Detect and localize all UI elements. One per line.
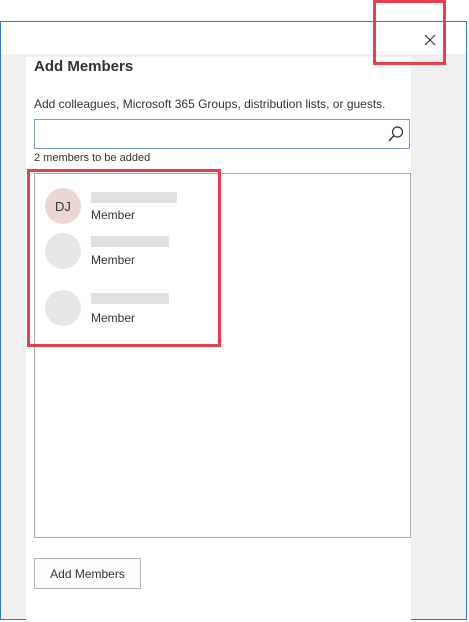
member-name-placeholder xyxy=(91,192,177,203)
dialog-panel: Add Members Add colleagues, Microsoft 36… xyxy=(26,57,411,620)
close-button[interactable] xyxy=(418,28,442,52)
dialog-subtitle: Add colleagues, Microsoft 365 Groups, di… xyxy=(34,97,386,111)
search-icon[interactable] xyxy=(387,125,405,143)
avatar-initials: DJ xyxy=(55,198,71,214)
members-count: 2 members to be added xyxy=(34,152,151,164)
member-role: Member xyxy=(91,208,136,222)
member-name-placeholder xyxy=(91,293,169,304)
search-field[interactable] xyxy=(34,119,410,149)
avatar xyxy=(45,233,81,269)
close-icon xyxy=(424,34,436,46)
member-role: Member xyxy=(91,253,136,267)
members-list: DJ Member Member Member xyxy=(34,173,411,538)
member-name-placeholder xyxy=(91,236,169,247)
dialog-window: Add Members Add colleagues, Microsoft 36… xyxy=(0,21,467,620)
search-input[interactable] xyxy=(39,124,383,146)
add-members-button[interactable]: Add Members xyxy=(34,558,141,589)
dialog-title: Add Members xyxy=(34,58,134,75)
avatar xyxy=(45,290,81,326)
avatar: DJ xyxy=(45,188,81,224)
title-bar xyxy=(1,22,466,54)
member-role: Member xyxy=(91,311,136,325)
